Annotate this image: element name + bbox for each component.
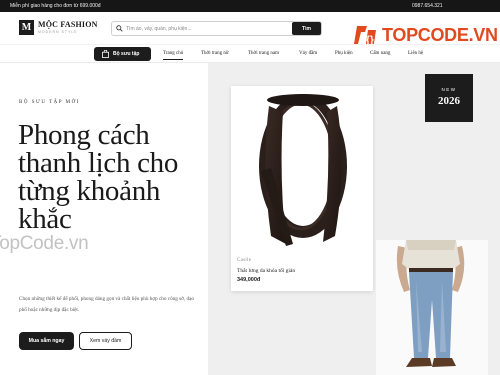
view-dresses-button[interactable]: Xem váy đầm bbox=[79, 332, 132, 350]
shop-now-button[interactable]: Mua sắm ngay bbox=[19, 332, 74, 350]
logo-name[interactable]: MỘC FASHION bbox=[38, 20, 98, 29]
collection-button[interactable]: Bộ sưu tập bbox=[94, 47, 151, 61]
model-photo[interactable] bbox=[376, 240, 488, 375]
new-collection-badge: NEW 2026 bbox=[425, 74, 473, 122]
search-icon bbox=[116, 25, 123, 32]
nav-item-men[interactable]: Thời trang nam bbox=[248, 51, 279, 56]
product-name[interactable]: Thắt lưng da khóa tối giản bbox=[237, 268, 295, 274]
watermark-text: TOPCODE.VN bbox=[382, 25, 498, 45]
logo-tagline: MODERN STYLE bbox=[38, 30, 78, 34]
nav-item-women[interactable]: Thời trang nữ bbox=[201, 51, 229, 56]
main-nav: Bộ sưu tập Trang chủ Thời trang nữ Thời … bbox=[0, 44, 500, 63]
nav-item-home[interactable]: Trang chủ bbox=[163, 51, 184, 60]
hero-headline: Phong cách thanh lịch cho từng khoảnh kh… bbox=[18, 119, 179, 235]
product-brand: Casile bbox=[237, 258, 252, 263]
model-image bbox=[376, 240, 488, 375]
product-image[interactable] bbox=[231, 86, 373, 253]
hero-eyebrow: BỘ SƯU TẬP MỚI bbox=[19, 100, 80, 105]
belt-image bbox=[259, 94, 347, 246]
hotline-text: 0987.654.321 bbox=[412, 3, 443, 9]
hero-description: Chọn những thiết kế để phối, phong dáng … bbox=[19, 296, 194, 313]
product-price: 349,000đ bbox=[237, 277, 261, 283]
nav-item-accessories[interactable]: Phụ kiện bbox=[335, 51, 353, 56]
top-announcement-bar: Miễn phí giao hàng cho đơn từ 699.000đ 0… bbox=[0, 0, 500, 12]
collection-button-label: Bộ sưu tập bbox=[113, 51, 140, 57]
nav-item-dresses[interactable]: Váy đầm bbox=[299, 51, 317, 56]
nav-item-guide[interactable]: Cẩm nang bbox=[370, 51, 390, 56]
badge-label: NEW bbox=[441, 87, 457, 92]
promo-text: Miễn phí giao hàng cho đơn từ 699.000đ bbox=[10, 3, 101, 9]
search-input[interactable] bbox=[126, 23, 286, 34]
site-header: M MỘC FASHION MODERN STYLE Tìm {} TOPCOD… bbox=[0, 12, 500, 50]
watermark-overlay: TopCode.vn bbox=[0, 233, 89, 254]
search-button[interactable]: Tìm bbox=[292, 22, 321, 35]
logo-mark[interactable]: M bbox=[19, 20, 34, 35]
bag-icon bbox=[102, 50, 109, 58]
badge-year: 2026 bbox=[438, 95, 460, 107]
nav-item-contact[interactable]: Liên hệ bbox=[408, 51, 423, 56]
